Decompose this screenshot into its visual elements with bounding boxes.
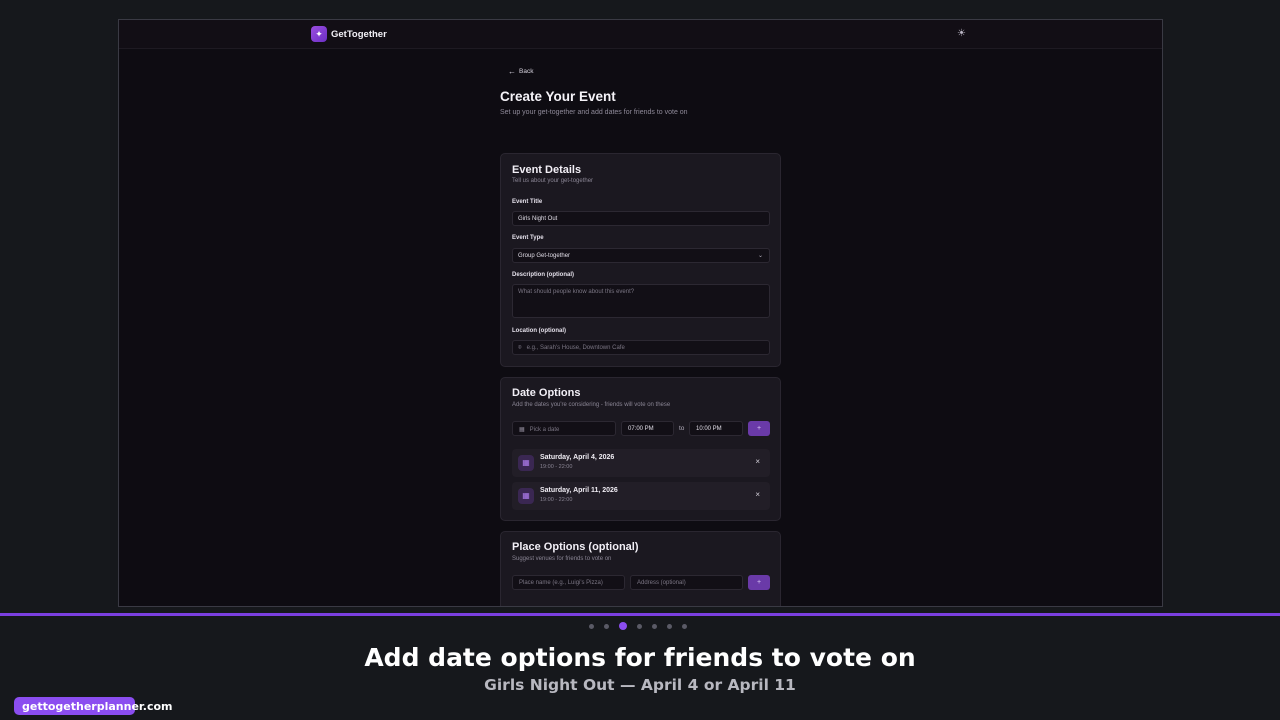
map-pin-icon: ⌾ [518,345,522,351]
close-icon[interactable]: × [755,457,760,466]
party-popper-icon: ✦ [311,26,327,42]
step-dot[interactable] [589,623,594,629]
card-title: Date Options [512,387,581,399]
card-subtitle: Add the dates you're considering - frien… [512,402,671,408]
date-option-date: Saturday, April 4, 2026 [540,454,615,461]
app-logo[interactable]: ✦ GetTogether [311,26,387,42]
map-pin-icon: ⌾ [634,606,642,607]
to-label: to [679,425,685,432]
description-label: Description (optional) [512,272,574,278]
page-title: Create Your Event [500,89,616,104]
close-icon[interactable]: × [755,490,760,499]
arrow-left-icon: ← [508,67,516,76]
place-name-input[interactable]: Place name (e.g., Luigi's Pizza) [512,575,625,590]
chevron-down-icon: ⌄ [757,253,763,259]
event-type-select[interactable]: Group Get-together ⌄ [512,248,770,263]
location-label: Location (optional) [512,328,566,334]
url-badge: gettogetherplanner.com [14,697,172,715]
card-subtitle: Suggest venues for friends to vote on [512,556,612,562]
step-indicator [589,622,687,630]
location-input[interactable]: ⌾ e.g., Sarah's House, Downtown Cafe [512,340,770,355]
app-header: ✦ GetTogether ☀ [119,20,1162,49]
place-options-card: Place Options (optional) Suggest venues … [500,531,781,607]
tutorial-caption: Add date options for friends to vote on [364,643,916,672]
card-title: Event Details [512,164,582,176]
end-time-input[interactable]: 10:00 PM [689,421,743,436]
date-option-item: ▦ Saturday, April 4, 2026 19:00 - 22:00 … [512,449,770,477]
start-time-input[interactable]: 07:00 PM [621,421,674,436]
description-textarea[interactable]: What should people know about this event… [512,284,770,318]
date-placeholder: Pick a date [529,427,560,433]
location-placeholder: e.g., Sarah's House, Downtown Cafe [526,345,625,351]
card-title: Place Options (optional) [512,541,639,553]
date-options-card: Date Options Add the dates you're consid… [500,377,781,521]
date-option-item: ▦ Saturday, April 11, 2026 19:00 - 22:00… [512,482,770,510]
step-dot[interactable] [604,623,609,629]
site-url: gettogetherplanner.com [14,697,172,715]
calendar-icon: ▦ [518,488,534,504]
calendar-icon: ▦ [519,427,525,433]
step-dot[interactable] [682,623,687,629]
date-option-time: 19:00 - 22:00 [540,497,573,503]
step-dot[interactable] [667,623,672,629]
add-date-button[interactable]: + [748,421,770,436]
browser-frame: ✦ GetTogether ☀ ← Back Create Your Event… [118,19,1163,607]
back-link[interactable]: ← Back [508,67,533,76]
back-label: Back [519,68,534,75]
step-dot[interactable] [652,623,657,629]
card-subtitle: Tell us about your get-together [512,178,594,184]
sun-icon[interactable]: ☀ [957,28,966,39]
add-place-button[interactable]: + [748,575,770,590]
date-option-date: Saturday, April 11, 2026 [540,487,618,494]
event-title-input[interactable]: Girls Night Out [512,211,770,226]
event-details-card: Event Details Tell us about your get-tog… [500,153,781,367]
place-address-input[interactable]: Address (optional) [630,575,743,590]
page-subtitle: Set up your get-together and add dates f… [500,109,688,116]
step-dot[interactable] [637,623,642,629]
event-title-label: Event Title [512,199,543,205]
calendar-icon: ▦ [518,455,534,471]
event-type-value: Group Get-together [518,253,571,259]
progress-line [0,613,1280,616]
app-name: GetTogether [331,28,387,40]
date-option-time: 19:00 - 22:00 [540,464,573,470]
tutorial-subcaption: Girls Night Out — April 4 or April 11 [484,676,796,694]
event-type-label: Event Type [512,235,544,241]
step-dot-active[interactable] [619,622,627,630]
date-picker[interactable]: ▦ Pick a date [512,421,616,436]
